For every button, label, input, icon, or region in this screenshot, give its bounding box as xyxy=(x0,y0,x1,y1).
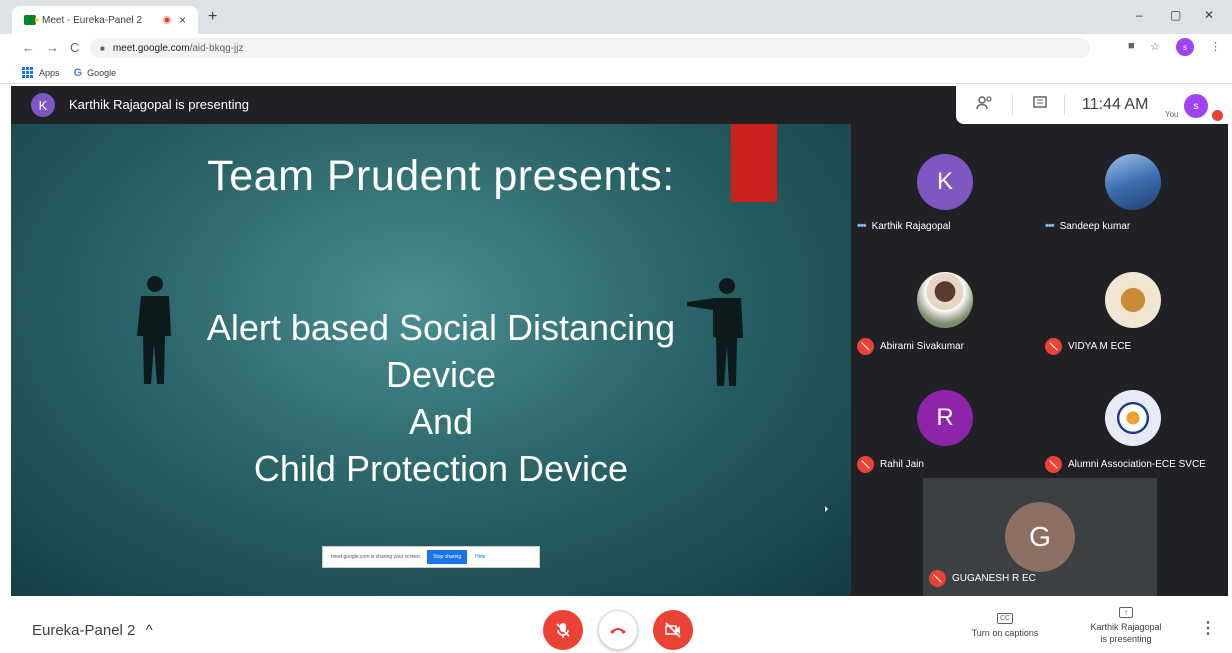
bookmarks-bar: Apps G Google xyxy=(0,62,1232,84)
avatar: K xyxy=(917,154,973,210)
avatar xyxy=(1105,390,1161,446)
chevron-up-icon: ^ xyxy=(145,622,153,639)
participant-name: Abirami Sivakumar xyxy=(880,341,964,352)
url-path: /aid-bkqg-jjz xyxy=(189,42,244,54)
google-icon: G xyxy=(73,66,83,79)
meeting-name: Eureka-Panel 2 xyxy=(32,622,136,639)
mic-off-icon xyxy=(857,456,874,473)
url-host: meet.google.com xyxy=(112,42,190,54)
avatar xyxy=(917,272,973,328)
star-icon[interactable]: ☆ xyxy=(1150,40,1160,53)
presenting-text: Karthik Rajagopal is presenting xyxy=(69,97,249,112)
camera-off-icon xyxy=(665,622,681,638)
hide-button[interactable]: Hide xyxy=(475,554,485,560)
mic-off-icon xyxy=(556,623,570,638)
captions-icon: CC xyxy=(996,613,1014,624)
participant-name: Karthik Rajagopal xyxy=(871,220,951,232)
record-icon xyxy=(162,16,171,24)
present-button[interactable]: ↑ Karthik Rajagopal is presenting xyxy=(1078,606,1174,645)
share-notice-text: meet.google.com is sharing your screen. xyxy=(331,554,422,560)
participant-tile[interactable]: K ••• Karthik Rajagopal xyxy=(851,124,1039,242)
slide-title: Team Prudent presents: xyxy=(207,152,675,200)
bookmark-apps[interactable]: Apps xyxy=(39,68,60,78)
address-bar: ← → C ■ meet.google.com/aid-bkqg-jjz ■ ☆… xyxy=(0,34,1232,62)
restore-button[interactable]: ▢ xyxy=(1170,8,1181,22)
participants-grid: K ••• Karthik Rajagopal ••• Sandeep kumar … xyxy=(851,124,1228,596)
apps-icon[interactable] xyxy=(22,67,33,78)
chat-icon[interactable] xyxy=(1032,95,1048,116)
presenting-line: is presenting xyxy=(1100,634,1152,644)
divider xyxy=(1012,95,1013,115)
mic-off-icon xyxy=(1212,110,1223,121)
slide-line: And xyxy=(408,401,474,442)
bookmark-google[interactable]: Google xyxy=(87,68,116,78)
captions-label: Turn on captions xyxy=(971,628,1039,638)
participant-name: Alumni Association-ECE SVCE xyxy=(1068,459,1206,470)
close-window-button[interactable]: ✕ xyxy=(1204,8,1214,22)
slide-line: Alert based Social Distancing xyxy=(206,307,676,348)
meeting-info-panel: 11:44 AM You s xyxy=(956,86,1228,124)
back-button[interactable]: ← xyxy=(22,40,35,55)
avatar: R xyxy=(917,390,973,446)
mouse-cursor xyxy=(825,506,828,512)
browser-tab[interactable]: Meet - Eureka-Panel 2 × xyxy=(12,6,198,34)
url-input[interactable]: ■ meet.google.com/aid-bkqg-jjz xyxy=(90,38,1090,58)
camera-toggle-button[interactable] xyxy=(653,610,693,650)
tile-background xyxy=(851,478,923,596)
new-tab-button[interactable]: + xyxy=(208,8,217,26)
people-icon[interactable] xyxy=(976,95,994,116)
slide-line: Child Protection Device xyxy=(253,448,629,489)
stop-sharing-button[interactable]: Stop sharing xyxy=(427,550,468,564)
screen-share-notice: meet.google.com is sharing your screen. … xyxy=(322,546,540,568)
featured-participant-tile[interactable]: G GUGANESH R EC xyxy=(923,478,1157,596)
hangup-icon xyxy=(610,628,626,634)
shared-screen: Team Prudent presents: Alert based Socia… xyxy=(11,124,851,596)
presenter-avatar: K xyxy=(31,93,55,117)
avatar: G xyxy=(1005,502,1075,572)
divider xyxy=(1064,95,1065,115)
speaking-indicator-icon: ••• xyxy=(1045,220,1055,232)
participant-name: Sandeep kumar xyxy=(1059,220,1131,232)
participant-tile[interactable]: R Rahil Jain xyxy=(851,360,1039,478)
camera-icon[interactable]: ■ xyxy=(1128,40,1135,52)
meet-favicon-icon xyxy=(24,15,39,25)
participant-name: VIDYA M ECE xyxy=(1068,341,1132,352)
slide-line: Device xyxy=(385,354,497,395)
tab-title: Meet - Eureka-Panel 2 xyxy=(42,14,143,26)
mic-off-icon xyxy=(1045,338,1062,355)
reload-button[interactable]: C xyxy=(70,40,79,55)
meeting-details-button[interactable]: Eureka-Panel 2 ^ xyxy=(32,622,153,639)
presenting-line: Karthik Rajagopal xyxy=(1090,622,1162,632)
lock-icon: ■ xyxy=(100,43,105,53)
participant-tile[interactable]: ••• Sandeep kumar xyxy=(1039,124,1227,242)
browser-menu-icon[interactable]: ⋮ xyxy=(1210,40,1221,53)
mic-off-icon xyxy=(1045,456,1062,473)
mic-toggle-button[interactable] xyxy=(543,610,583,650)
participant-tile[interactable]: Alumni Association-ECE SVCE xyxy=(1039,360,1227,478)
meeting-clock: 11:44 AM xyxy=(1082,96,1149,113)
participant-tile[interactable]: VIDYA M ECE xyxy=(1039,242,1227,360)
you-label: You xyxy=(1165,110,1179,119)
tab-close-button[interactable]: × xyxy=(179,13,186,27)
avatar xyxy=(1105,154,1161,210)
present-icon: ↑ xyxy=(1119,607,1133,618)
captions-button[interactable]: CC Turn on captions xyxy=(960,612,1050,638)
speaking-indicator-icon: ••• xyxy=(857,220,867,232)
browser-profile-avatar[interactable]: s xyxy=(1176,38,1194,56)
mic-off-icon xyxy=(929,570,946,587)
avatar xyxy=(1105,272,1161,328)
forward-button[interactable]: → xyxy=(46,40,59,55)
self-avatar[interactable]: s xyxy=(1184,94,1208,118)
participant-name: Rahil Jain xyxy=(880,459,924,470)
participant-tile[interactable]: Abirami Sivakumar xyxy=(851,242,1039,360)
browser-tab-bar: Meet - Eureka-Panel 2 × + – ▢ ✕ xyxy=(0,0,1232,34)
mic-off-icon xyxy=(857,338,874,355)
leave-call-button[interactable] xyxy=(598,610,638,650)
more-options-icon[interactable]: ⋮ xyxy=(1200,618,1216,638)
slide-body: Alert based Social Distancing Device And… xyxy=(11,304,851,492)
participant-name: GUGANESH R EC xyxy=(952,573,1036,584)
meeting-controls-bar: Eureka-Panel 2 ^ CC Turn on captions ↑ K… xyxy=(0,598,1232,653)
minimize-button[interactable]: – xyxy=(1136,8,1143,22)
